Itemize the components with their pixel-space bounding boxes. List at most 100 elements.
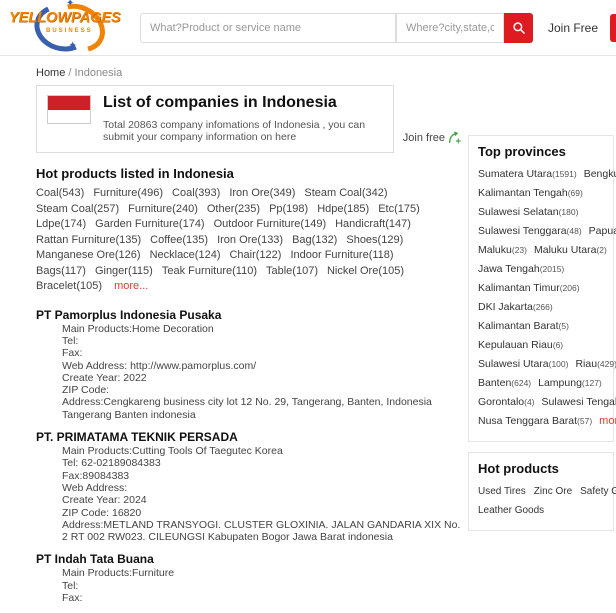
- province-link[interactable]: Kalimantan Timur(206): [478, 282, 580, 294]
- province-link[interactable]: Riau(429): [575, 358, 616, 370]
- province-row: Gorontalo(4)Sulawesi Tengah(28): [478, 393, 604, 412]
- sidebar-hot-product-link[interactable]: Used Tires: [478, 486, 526, 497]
- company-details: Main Products:Home DecorationTel:Fax:Web…: [62, 323, 461, 421]
- province-count: (127): [582, 378, 602, 388]
- hot-products-heading: Hot products listed in Indonesia: [36, 166, 461, 181]
- hot-product-tag[interactable]: Outdoor Furniture(149): [214, 217, 327, 233]
- province-row: Kalimantan Tengah(69): [478, 184, 604, 203]
- hot-product-tag[interactable]: Indoor Furniture(118): [290, 248, 393, 264]
- province-link[interactable]: Maluku(23): [478, 244, 527, 256]
- join-free-link[interactable]: Join Free: [548, 21, 598, 35]
- company-name-link[interactable]: PT Indah Tata Buana: [36, 552, 461, 566]
- hot-product-tag[interactable]: Nickel Ore(105): [327, 264, 404, 280]
- search-what-input[interactable]: [140, 13, 396, 43]
- login-button[interactable]: Log In: [610, 14, 616, 42]
- sidebar-hot-products-box: Hot products Used Tires Zinc Ore Safety Gl…: [468, 452, 614, 531]
- hot-product-tag[interactable]: Coal(393): [172, 186, 220, 202]
- country-title-box: List of companies in Indonesia Total 208…: [36, 85, 394, 153]
- province-link[interactable]: Kalimantan Tengah(69): [478, 187, 583, 199]
- hot-product-tag[interactable]: Etc(175): [378, 202, 420, 218]
- hot-product-tag[interactable]: Steam Coal(342): [304, 186, 387, 202]
- hot-product-tag[interactable]: Shoes(129): [346, 233, 403, 249]
- hot-product-tag[interactable]: Ginger(115): [95, 264, 153, 280]
- title-row: List of companies in Indonesia Total 208…: [36, 85, 461, 153]
- yellowpages-logo[interactable]: ✦ YELLOWPAGES BUSINESS ✦: [8, 1, 134, 55]
- sidebar-hot-products-heading: Hot products: [478, 461, 604, 476]
- province-name: Sulawesi Selatan: [478, 206, 559, 218]
- province-link[interactable]: Nusa Tenggara Barat(57): [478, 415, 592, 427]
- company-detail-line: Address:METLAND TRANSYOGI. CLUSTER GLOXI…: [62, 519, 461, 544]
- hot-product-tag[interactable]: Bags(117): [36, 264, 86, 280]
- company-detail-line: Tel: 62-02189084383: [62, 457, 461, 469]
- page-subtitle: Total 20863 company infomations of Indon…: [103, 119, 383, 143]
- hot-product-tag[interactable]: Pp(198): [269, 202, 308, 218]
- hot-product-tag[interactable]: Handicraft(147): [335, 217, 411, 233]
- breadcrumb-home-link[interactable]: Home: [36, 67, 65, 79]
- search-where-input[interactable]: [396, 13, 504, 43]
- hot-product-tag[interactable]: Steam Coal(257): [36, 202, 119, 218]
- header: ✦ YELLOWPAGES BUSINESS ✦ Join Free Log I…: [0, 0, 616, 56]
- province-row: Sumatera Utara(1591)Bengkulu(27): [478, 165, 604, 184]
- hot-product-tag[interactable]: Teak Furniture(110): [162, 264, 257, 280]
- province-count: (624): [511, 378, 531, 388]
- province-row: Kepulauan Riau(6): [478, 336, 604, 355]
- hot-product-tag[interactable]: Coffee(135): [150, 233, 208, 249]
- hot-product-tag[interactable]: Ldpe(174): [36, 217, 86, 233]
- province-link[interactable]: Banten(624): [478, 377, 531, 389]
- hot-product-tag[interactable]: Manganese Ore(126): [36, 248, 141, 264]
- province-link[interactable]: Kepulauan Riau(6): [478, 339, 563, 351]
- sidebar-hot-product-link[interactable]: Zinc Ore: [534, 486, 572, 497]
- province-count: (4): [524, 397, 534, 407]
- top-provinces-box: Top provinces Sumatera Utara(1591)Bengku…: [468, 135, 614, 442]
- hot-product-tag[interactable]: Rattan Furniture(135): [36, 233, 141, 249]
- hot-product-tag[interactable]: Other(235): [207, 202, 260, 218]
- province-name: DKI Jakarta: [478, 301, 533, 313]
- province-count: (429): [597, 359, 616, 369]
- province-link[interactable]: Lampung(127): [538, 377, 602, 389]
- province-link[interactable]: Sumatera Utara(1591): [478, 168, 577, 180]
- company-detail-line: Web Address: http://www.pamorplus.com/: [62, 360, 461, 372]
- hot-product-tag[interactable]: Hdpe(185): [317, 202, 369, 218]
- hot-product-tag[interactable]: Necklace(124): [150, 248, 221, 264]
- hot-product-tag[interactable]: Iron Ore(133): [217, 233, 283, 249]
- province-count: (266): [533, 302, 553, 312]
- hot-product-tag[interactable]: Bag(132): [292, 233, 337, 249]
- search-button[interactable]: [504, 13, 533, 43]
- province-name: Bengkulu: [584, 168, 616, 180]
- hot-product-tag[interactable]: Coal(543): [36, 186, 84, 202]
- province-name: Gorontalo: [478, 396, 524, 408]
- province-link[interactable]: Bengkulu(27): [584, 168, 616, 180]
- hot-products-block: Coal(543) Furniture(496) Coal(393) Iron Ore…: [36, 186, 461, 295]
- company-name-link[interactable]: PT Pamorplus Indonesia Pusaka: [36, 308, 461, 322]
- province-count: (2015): [540, 264, 565, 274]
- province-link[interactable]: Sulawesi Utara(100): [478, 358, 568, 370]
- sidebar-hot-product-link[interactable]: Safety Gloves: [580, 486, 616, 497]
- hot-product-tag[interactable]: Garden Furniture(174): [95, 217, 204, 233]
- hot-product-tag[interactable]: Bracelet(105): [36, 279, 102, 295]
- province-link[interactable]: Sulawesi Tenggara(48): [478, 225, 582, 237]
- hot-products-more-link[interactable]: more...: [114, 280, 148, 292]
- sidebar-hot-product-link[interactable]: Leather Goods: [478, 505, 544, 516]
- province-link[interactable]: DKI Jakarta(266): [478, 301, 553, 313]
- province-name: Sulawesi Utara: [478, 358, 549, 370]
- join-free-submit-link[interactable]: Join free: [403, 131, 461, 145]
- province-link[interactable]: Sulawesi Selatan(180): [478, 206, 578, 218]
- province-link[interactable]: Gorontalo(4): [478, 396, 535, 408]
- hot-product-tag[interactable]: Table(107): [266, 264, 318, 280]
- company-detail-line: Main Products:Furniture: [62, 567, 461, 579]
- province-count: (100): [549, 359, 569, 369]
- hot-product-tag[interactable]: Furniture(240): [128, 202, 198, 218]
- province-link[interactable]: Papua(1): [589, 225, 616, 237]
- page-title: List of companies in Indonesia: [103, 93, 383, 112]
- province-link[interactable]: Sulawesi Tengah(28): [542, 396, 616, 408]
- province-link[interactable]: Kalimantan Barat(5): [478, 320, 569, 332]
- logo-star-icon: ✦: [68, 39, 77, 52]
- province-count: (48): [567, 226, 582, 236]
- province-link[interactable]: Jawa Tengah(2015): [478, 263, 564, 275]
- hot-product-tag[interactable]: Furniture(496): [93, 186, 163, 202]
- sidebar: Top provinces Sumatera Utara(1591)Bengku…: [468, 135, 614, 613]
- province-link[interactable]: Maluku Utara(2): [534, 244, 607, 256]
- provinces-more-link[interactable]: more...: [599, 415, 616, 427]
- hot-product-tag[interactable]: Iron Ore(349): [229, 186, 295, 202]
- hot-product-tag[interactable]: Chair(122): [229, 248, 281, 264]
